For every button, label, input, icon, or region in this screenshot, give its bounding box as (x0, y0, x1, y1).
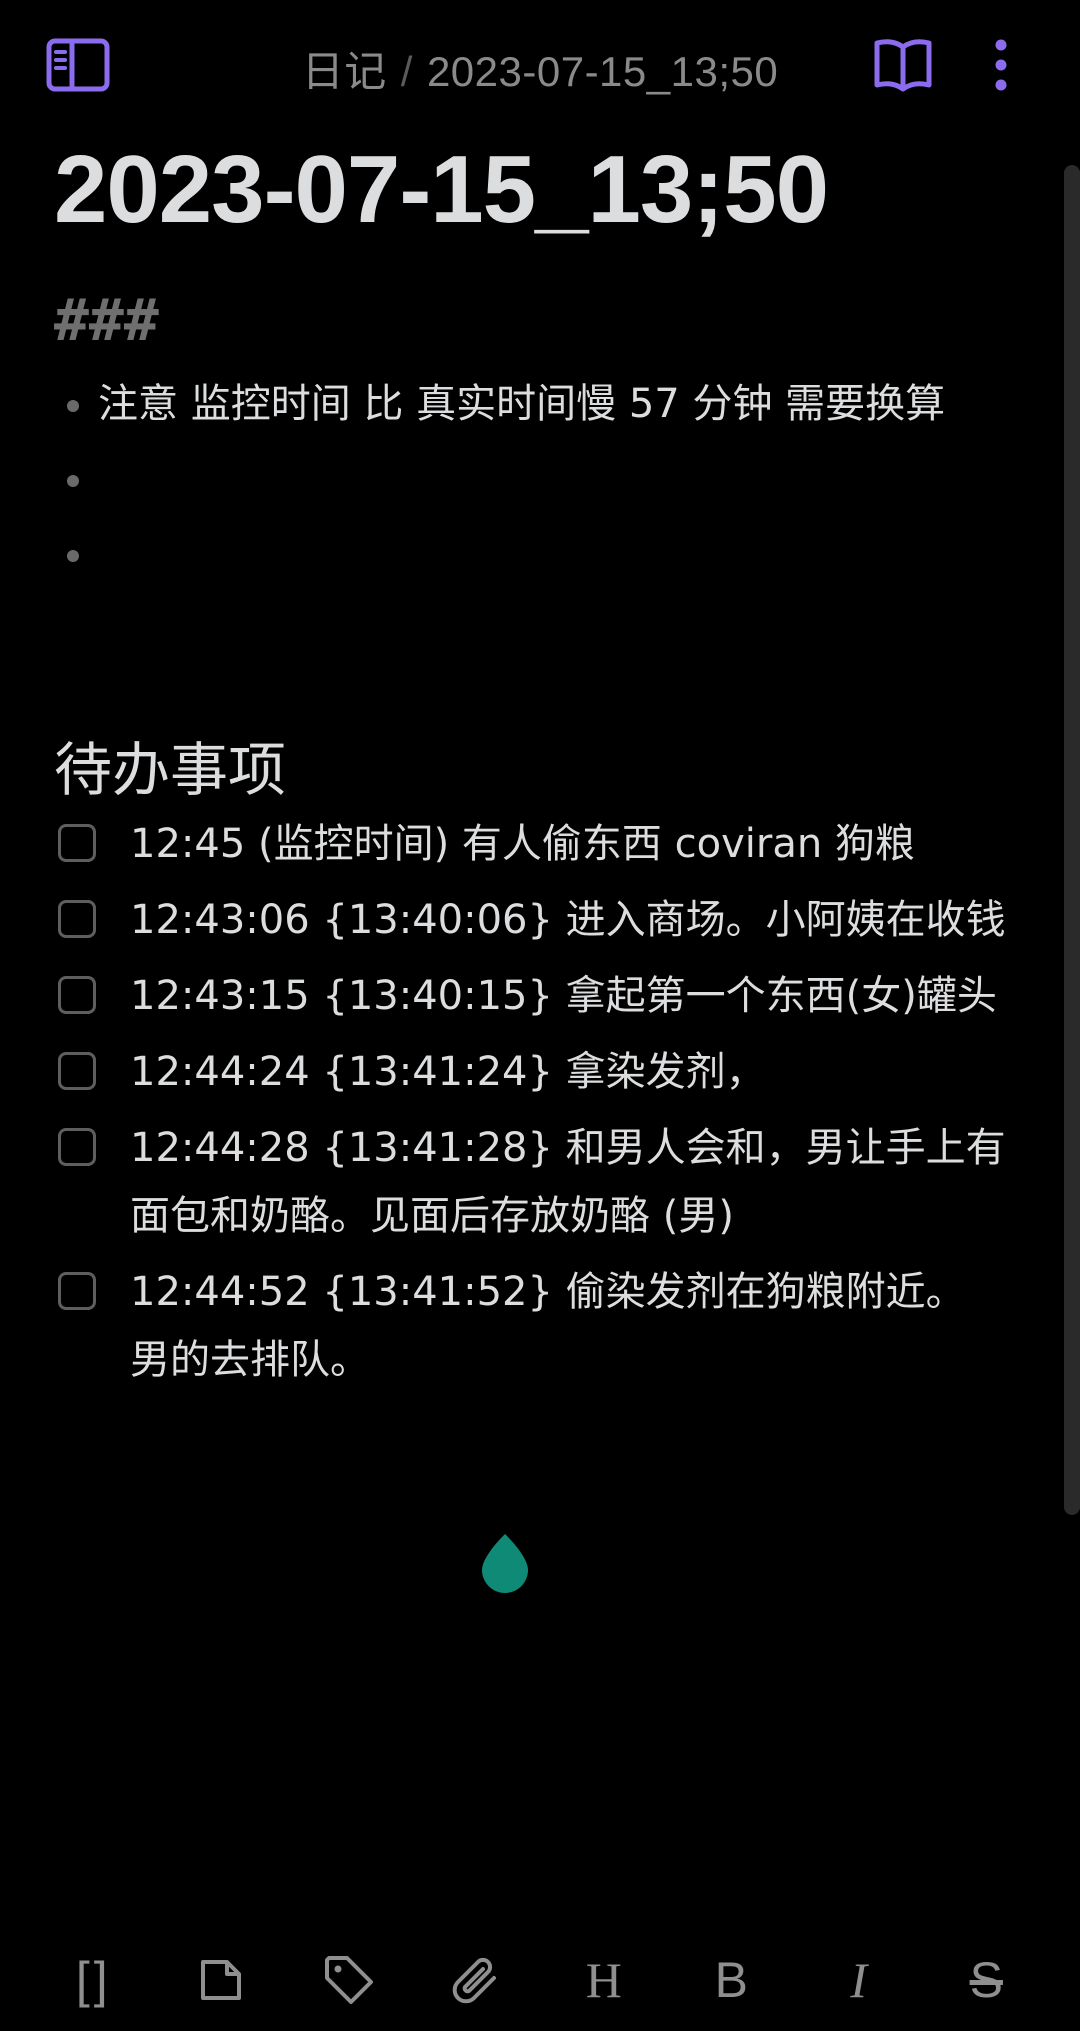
todo-item: 12:44:24 {13:41:24} 拿染发剂， (54, 1038, 1014, 1106)
editor-toolbar: [] H B I S (0, 1940, 1080, 2020)
todo-text[interactable]: 12:44:28 {13:41:28} 和男人会和，男让手上有面包和奶酪。见面后… (130, 1125, 1006, 1239)
todo-item: 12:43:06 {13:40:06} 进入商场。小阿姨在收钱 (54, 886, 1014, 954)
breadcrumb-separator: / (400, 48, 413, 95)
todo-item: 12:44:28 {13:41:28} 和男人会和，男让手上有面包和奶酪。见面后… (54, 1114, 1014, 1250)
todo-checkbox[interactable] (58, 900, 96, 938)
todo-text[interactable]: 12:43:15 {13:40:15} 拿起第一个东西(女)罐头 (130, 973, 997, 1019)
bold-icon: B (714, 1952, 748, 2008)
top-bar: 日记 / 2023-07-15_13;50 (0, 0, 1080, 130)
todo-checkbox[interactable] (58, 1128, 96, 1166)
bullet-list: 注意 监控时间 比 真实时间慢 57 分钟 需要换算 (54, 370, 1004, 595)
section-heading[interactable]: 待办事项 (54, 730, 286, 810)
cursor-handle[interactable] (478, 1532, 532, 1596)
list-item-text: 注意 监控时间 比 真实时间慢 57 分钟 需要换算 (98, 381, 946, 427)
todo-list: 12:45 (监控时间) 有人偷东西 coviran 狗粮 12:43:06 {… (54, 810, 1014, 1402)
todo-text[interactable]: 12:44:52 {13:41:52} 偷染发剂在狗粮附近。 男的去排队。 (130, 1269, 966, 1383)
more-vertical-icon (995, 39, 1007, 91)
breadcrumb-folder[interactable]: 日记 (302, 48, 387, 95)
bullet-icon (67, 475, 79, 487)
bullet-icon (67, 550, 79, 562)
todo-text[interactable]: 12:43:06 {13:40:06} 进入商场。小阿姨在收钱 (130, 897, 1006, 943)
italic-button[interactable]: I (824, 1945, 894, 2015)
brackets-icon: [] (75, 1952, 112, 2008)
wikilink-button[interactable]: [] (59, 1945, 129, 2015)
heading-marker[interactable]: ### (54, 290, 159, 350)
text-cursor-handle-icon (482, 1534, 528, 1593)
more-options-button[interactable] (976, 30, 1026, 100)
strikethrough-icon: S (969, 1952, 1003, 2008)
heading-button[interactable]: H (569, 1945, 639, 2015)
todo-checkbox[interactable] (58, 1052, 96, 1090)
paperclip-icon (452, 1957, 497, 2004)
bold-button[interactable]: B (696, 1945, 766, 2015)
scrollbar[interactable] (1064, 165, 1080, 1515)
bullet-icon (67, 400, 79, 412)
book-open-icon (874, 39, 932, 92)
reading-view-button[interactable] (868, 30, 938, 100)
breadcrumb-file[interactable]: 2023-07-15_13;50 (427, 48, 778, 95)
todo-text[interactable]: 12:45 (监控时间) 有人偷东西 coviran 狗粮 (130, 821, 915, 867)
tag-icon (324, 1956, 373, 2004)
todo-text[interactable]: 12:44:24 {13:41:24} 拿染发剂， (130, 1049, 766, 1095)
attach-button[interactable] (441, 1945, 511, 2015)
todo-checkbox[interactable] (58, 824, 96, 862)
editor-content[interactable]: 2023-07-15_13;50 ### 注意 监控时间 比 真实时间慢 57 … (54, 130, 1014, 1383)
todo-item: 12:45 (监控时间) 有人偷东西 coviran 狗粮 (54, 810, 1014, 878)
file-icon (201, 1960, 242, 2000)
list-item[interactable]: 注意 监控时间 比 真实时间慢 57 分钟 需要换算 (54, 370, 1004, 445)
list-item[interactable] (54, 445, 1004, 520)
todo-checkbox[interactable] (58, 976, 96, 1014)
strikethrough-button[interactable]: S (951, 1945, 1021, 2015)
note-title[interactable]: 2023-07-15_13;50 (54, 130, 1014, 250)
todo-item: 12:43:15 {13:40:15} 拿起第一个东西(女)罐头 (54, 962, 1014, 1030)
todo-checkbox[interactable] (58, 1272, 96, 1310)
tag-button[interactable] (314, 1945, 384, 2015)
heading-icon: H (585, 1952, 622, 2008)
todo-item: 12:44:52 {13:41:52} 偷染发剂在狗粮附近。 男的去排队。 (54, 1258, 1014, 1394)
new-file-button[interactable] (186, 1945, 256, 2015)
list-item[interactable] (54, 520, 1004, 595)
italic-icon: I (850, 1952, 868, 2008)
